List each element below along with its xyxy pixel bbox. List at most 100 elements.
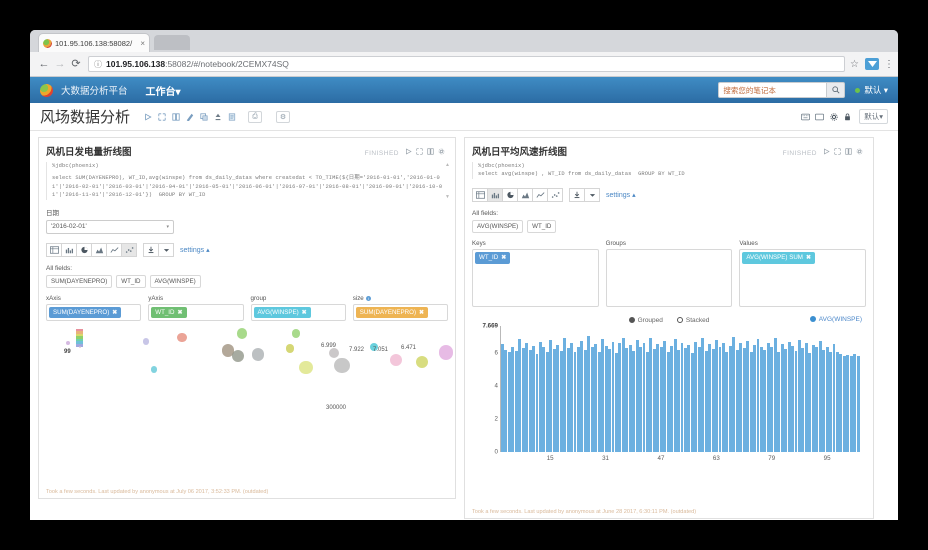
pivot-groups: Groups [605, 240, 733, 307]
viz-scatter-icon[interactable] [121, 242, 137, 257]
toggle-editor-icon[interactable] [426, 147, 435, 156]
workbench-menu[interactable]: 工作台▾ [146, 83, 181, 98]
paragraph-left-code[interactable]: %jdbc(phoenix) select SUM(DAYENEPRO), WT… [46, 162, 450, 200]
gear-icon[interactable] [828, 111, 839, 122]
field-chip[interactable]: AVG(WINSPE) [472, 219, 524, 233]
date-select[interactable]: '2016-02-01' ▾ [46, 219, 174, 234]
code-scrollbar[interactable]: ▲ ▼ [445, 162, 450, 200]
clone-notebook-icon[interactable] [198, 111, 209, 122]
axis-group-dropzone[interactable]: AVG(WINSPE) ✖ [250, 303, 346, 321]
viz-line-icon[interactable] [532, 187, 548, 202]
viz-scatter-icon[interactable] [547, 187, 563, 202]
download-menu-icon[interactable] [158, 242, 174, 257]
run-paragraph-icon[interactable] [404, 147, 413, 156]
run-paragraph-icon[interactable] [822, 147, 831, 156]
info-icon[interactable]: i [365, 295, 371, 301]
site-info-icon[interactable]: ⓘ [94, 59, 102, 70]
expand-paragraph-icon[interactable] [833, 147, 842, 156]
chart-legend[interactable]: AVG(WINSPE) [809, 316, 862, 323]
axis-group-pill[interactable]: AVG(WINSPE) ✖ [253, 306, 311, 318]
address-bar[interactable]: ⓘ 101.95.106.138 :58082/#/notebook/2CEMX… [88, 56, 846, 72]
reload-button[interactable]: ⟳ [68, 58, 84, 70]
remove-icon[interactable]: ✖ [112, 309, 117, 316]
clear-output-icon[interactable] [184, 111, 195, 122]
axis-size-pill[interactable]: SUM(DAYENEPRO) ✖ [355, 306, 429, 318]
new-tab-button[interactable] [154, 35, 190, 50]
field-chip[interactable]: AVG(WINSPE) [149, 274, 201, 288]
viz-area-icon[interactable] [91, 242, 107, 257]
keyboard-shortcuts-icon[interactable] [800, 111, 811, 122]
toggle-editor-icon[interactable] [844, 147, 853, 156]
scroll-up-icon[interactable]: ▲ [445, 162, 450, 168]
scroll-down-icon[interactable]: ▼ [445, 194, 450, 200]
close-icon[interactable]: × [140, 39, 145, 48]
pivot-values-dropzone[interactable]: AVG(WINSPE) SUM ✖ [739, 248, 867, 307]
collapse-all-icon[interactable] [156, 111, 167, 122]
download-menu-icon[interactable] [584, 187, 600, 202]
pivot-groups-dropzone[interactable] [605, 248, 733, 307]
back-button[interactable]: ← [36, 58, 52, 70]
app-brand: 大数据分析平台 [61, 86, 128, 97]
axis-xaxis-pill[interactable]: SUM(DAYENEPRO) ✖ [49, 306, 122, 318]
browser-menu-icon[interactable]: ⋮ [884, 59, 894, 70]
viz-area-icon[interactable] [517, 187, 533, 202]
viz-settings-toggle[interactable]: settings ▴ [606, 191, 636, 199]
download-icon[interactable] [569, 187, 585, 202]
y-axis-color-scale [76, 328, 83, 355]
import-notebook-icon[interactable] [226, 111, 237, 122]
remove-icon[interactable]: ✖ [178, 309, 183, 316]
viz-pie-icon[interactable] [502, 187, 518, 202]
field-chip[interactable]: SUM(DAYENEPRO) [46, 274, 113, 288]
pivot-keys-pill[interactable]: WT_ID ✖ [475, 251, 511, 264]
scatter-point [150, 366, 158, 374]
viz-bar-icon[interactable] [487, 187, 503, 202]
browser-tab[interactable]: 101.95.106.138:58082/ × [38, 33, 150, 52]
axis-yaxis-dropzone[interactable]: WT_ID ✖ [148, 303, 244, 321]
pivot-values-pill[interactable]: AVG(WINSPE) SUM ✖ [742, 251, 815, 264]
user-menu-label: 默认 ▾ [864, 85, 888, 95]
viz-line-icon[interactable] [106, 242, 122, 257]
extension-icon[interactable] [865, 58, 879, 70]
code-line-2: select SUM(DAYENEPRO), WT_ID,avg(winspe)… [52, 175, 443, 199]
scatter-chart[interactable]: 99 300000 6.999 7.922 7.051 6.471 [46, 327, 454, 422]
viz-bar-icon[interactable] [61, 242, 77, 257]
permissions-button[interactable]: 默认▾ [859, 109, 888, 124]
axis-xaxis-dropzone[interactable]: SUM(DAYENEPRO) ✖ [46, 303, 142, 321]
run-all-icon[interactable] [142, 111, 153, 122]
notebook-settings-button[interactable]: ⚙ [276, 110, 291, 123]
mode-grouped-radio[interactable]: Grouped [628, 317, 663, 324]
export-notebook-icon[interactable] [212, 111, 223, 122]
paragraph-left-header: 风机日发电量折线图 FINISHED [46, 144, 448, 158]
search-button[interactable] [826, 82, 846, 98]
mode-stacked-radio[interactable]: Stacked [676, 317, 709, 324]
axis-size-dropzone[interactable]: SUM(DAYENEPRO) ✖ [352, 303, 448, 321]
bar-chart[interactable]: Grouped Stacked AVG(WINSPE) 7.669 6 4 2 … [472, 315, 866, 462]
bookmark-star-icon[interactable]: ☆ [850, 59, 859, 70]
lock-icon[interactable] [842, 111, 853, 122]
search-input[interactable]: 搜索您的笔记本 [718, 82, 827, 98]
viz-settings-toggle[interactable]: settings ▴ [180, 246, 210, 254]
expand-paragraph-icon[interactable] [415, 147, 424, 156]
remove-icon[interactable]: ✖ [501, 254, 506, 261]
viz-table-icon[interactable] [46, 242, 62, 257]
show-hide-code-icon[interactable] [170, 111, 181, 122]
paragraph-right-code[interactable]: %jdbc(phoenix) select avg(winspe) , WT_I… [472, 162, 866, 179]
forward-button[interactable]: → [52, 58, 68, 70]
field-chip[interactable]: WT_ID [527, 219, 557, 233]
page-title[interactable]: 风场数据分析 [40, 106, 130, 127]
display-mode-icon[interactable] [814, 111, 825, 122]
remove-icon[interactable]: ✖ [806, 254, 811, 261]
remove-icon[interactable]: ✖ [302, 309, 307, 316]
pivot-keys-dropzone[interactable]: WT_ID ✖ [472, 248, 599, 307]
paragraph-menu-icon[interactable] [437, 147, 446, 156]
field-chip[interactable]: WT_ID [116, 274, 146, 288]
download-icon[interactable] [143, 242, 159, 257]
axis-yaxis-pill[interactable]: WT_ID ✖ [151, 306, 187, 318]
paragraph-menu-icon[interactable] [855, 147, 864, 156]
viz-pie-icon[interactable] [76, 242, 92, 257]
user-menu[interactable]: 默认 ▾ [855, 84, 888, 96]
browser-window: 101.95.106.138:58082/ × ← → ⟳ ⓘ 101.95.1… [30, 30, 898, 520]
viz-table-icon[interactable] [472, 187, 488, 202]
remove-icon[interactable]: ✖ [419, 309, 424, 316]
notebook-versions-button[interactable]: ⎙ [248, 110, 263, 123]
